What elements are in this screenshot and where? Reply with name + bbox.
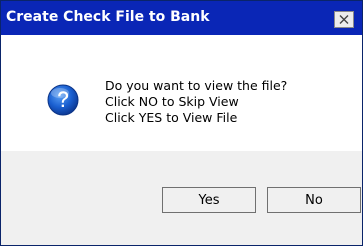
dialog-window: Create Check File to Bank Do you want to… bbox=[0, 0, 363, 246]
message-line: Do you want to view the file? bbox=[105, 78, 288, 93]
message-line: Click NO to Skip View bbox=[105, 94, 239, 109]
dialog-message: Do you want to view the file? Click NO t… bbox=[105, 78, 287, 126]
dialog-content: Do you want to view the file? Click NO t… bbox=[1, 35, 362, 151]
no-button[interactable]: No bbox=[267, 187, 361, 213]
dialog-title: Create Check File to Bank bbox=[6, 9, 210, 25]
question-icon bbox=[47, 84, 79, 116]
close-icon bbox=[339, 15, 349, 24]
message-line: Click YES to View File bbox=[105, 110, 238, 125]
close-button[interactable] bbox=[334, 11, 354, 28]
title-bar[interactable]: Create Check File to Bank bbox=[1, 1, 362, 35]
button-bar: Yes No bbox=[1, 151, 362, 245]
yes-button[interactable]: Yes bbox=[162, 187, 256, 213]
